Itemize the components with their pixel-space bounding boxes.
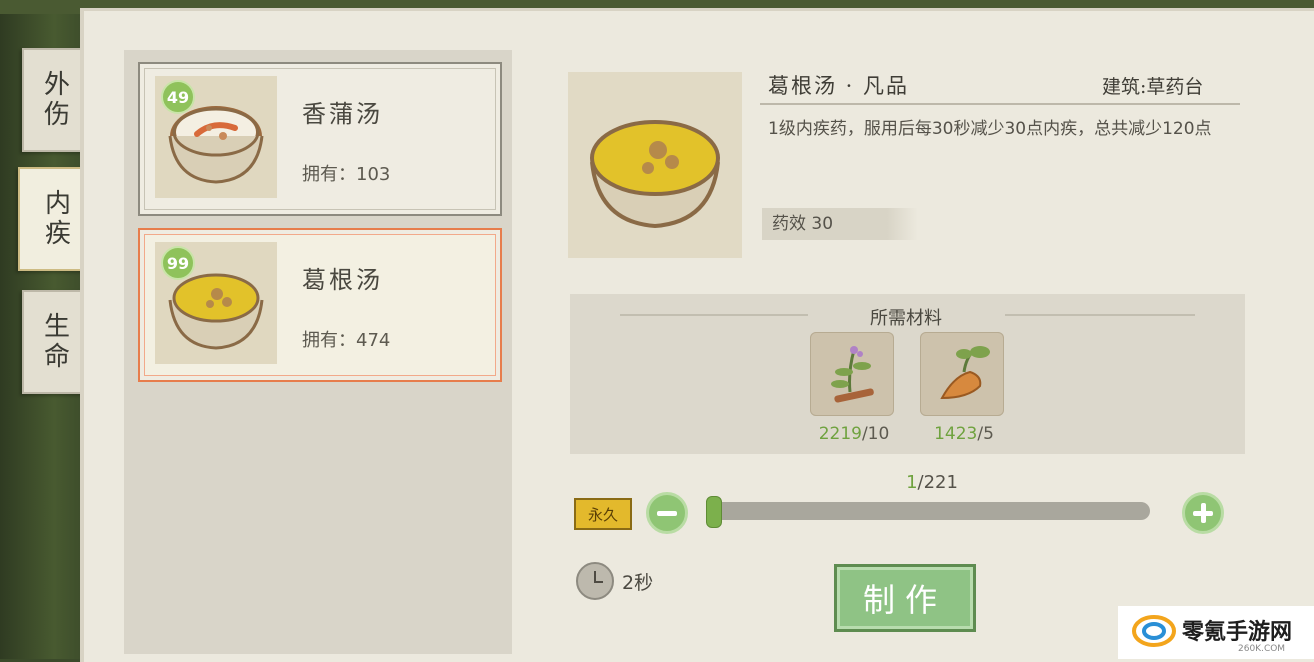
- tab-external-injury[interactable]: 外伤: [22, 48, 86, 152]
- recipe-card-kudzu-soup[interactable]: 99 葛根汤 拥有：474: [138, 228, 502, 382]
- item-description: 1级内疾药，服用后每30秒减少30点内疾，总共减少120点: [768, 119, 1212, 139]
- material-count: 1423/5: [934, 424, 994, 444]
- recipe-name: 葛根汤: [302, 266, 383, 294]
- make-button[interactable]: 制作: [834, 564, 976, 632]
- item-potency: 药效 30: [762, 208, 918, 240]
- recipe-name: 香蒲汤: [302, 100, 383, 128]
- recipe-card-cattail-soup[interactable]: 49 香蒲汤 拥有：103: [138, 62, 502, 216]
- material-slot-herb[interactable]: [810, 332, 894, 416]
- materials-title: 所需材料: [870, 308, 942, 329]
- divider: [760, 103, 1240, 105]
- divider: [1005, 314, 1195, 316]
- permanent-badge: 永久: [574, 498, 632, 530]
- recipe-owned-count: 拥有：474: [302, 330, 391, 351]
- recipe-list: 49 香蒲汤 拥有：103 99 葛根汤 拥有：474: [124, 50, 512, 654]
- decrease-button[interactable]: [646, 492, 688, 534]
- materials-section: 所需材料 2219/10 1423/5: [570, 294, 1245, 454]
- item-title: 葛根汤 · 凡品: [768, 74, 910, 98]
- material-count: 2219/10: [818, 424, 890, 444]
- increase-button[interactable]: [1182, 492, 1224, 534]
- level-badge: 49: [161, 80, 195, 114]
- watermark: 零氪手游网 260K.COM: [1118, 606, 1314, 659]
- herb-branch-icon: [831, 346, 874, 403]
- item-building: 建筑:草药台: [1102, 76, 1204, 98]
- kudzu-root-icon: [940, 346, 990, 400]
- quantity-label: 1/221: [906, 472, 958, 493]
- cattail-soup-bowl-icon: 49: [155, 76, 277, 198]
- watermark-logo-icon: [1132, 615, 1176, 647]
- divider: [620, 314, 808, 316]
- tab-life[interactable]: 生命: [22, 290, 86, 394]
- clock-icon: [576, 562, 614, 600]
- material-slot-root[interactable]: [920, 332, 1004, 416]
- kudzu-soup-bowl-icon: 99: [155, 242, 277, 364]
- level-badge: 99: [161, 246, 195, 280]
- quantity-slider[interactable]: [706, 496, 1150, 528]
- craft-time: 2秒: [622, 572, 654, 594]
- recipe-owned-count: 拥有：103: [302, 164, 391, 185]
- kudzu-soup-bowl-icon: [568, 72, 742, 258]
- slider-thumb[interactable]: [706, 496, 722, 528]
